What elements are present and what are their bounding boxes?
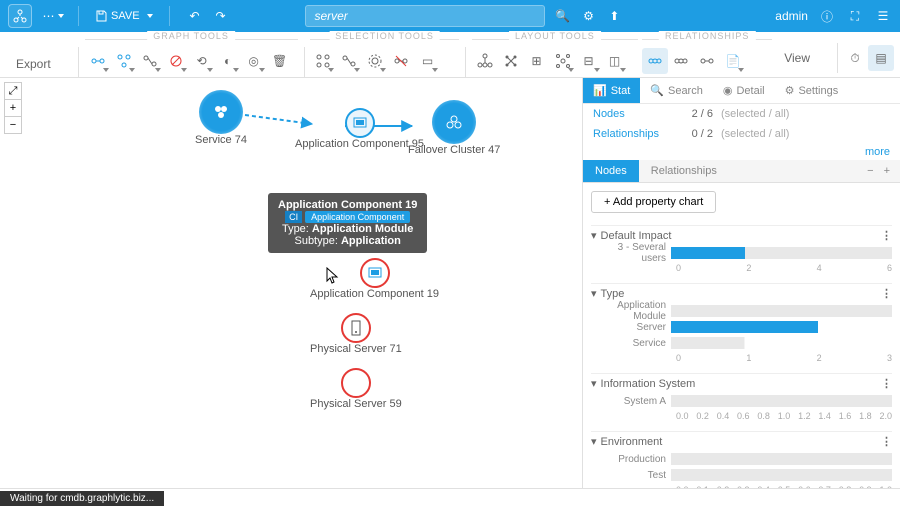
layout-tool-1[interactable] bbox=[472, 48, 498, 74]
username-label[interactable]: admin bbox=[775, 9, 808, 23]
graph-canvas[interactable]: ⤢ + − Service 74 Application Component 9… bbox=[0, 78, 582, 488]
stats-rel-row: Relationships 0 / 2 (selected / all) bbox=[583, 124, 900, 144]
sel-tool-3[interactable] bbox=[362, 48, 388, 74]
tab-search[interactable]: 🔍 Search bbox=[640, 78, 713, 103]
chart-default-impact: ▾Default Impact⋮ 3 - Several users 0246 bbox=[591, 225, 892, 273]
topbar: ⋯ SAVE ↶ ↷ 🔍 ⚙ ⬆ admin ⓘ ⛶ ☰ bbox=[0, 0, 900, 32]
search-icon[interactable]: 🔍 bbox=[553, 7, 571, 25]
status-message: Waiting for cmdb.graphlytic.biz... bbox=[0, 491, 164, 506]
graph-tool-3[interactable] bbox=[137, 48, 163, 74]
panel-tabs: 📊 Stat 🔍 Search ◉ Detail ⚙ Settings bbox=[583, 78, 900, 104]
export-button[interactable]: Export bbox=[6, 51, 74, 77]
status-bar: Waiting for cmdb.graphlytic.biz... bbox=[0, 488, 900, 506]
tab-detail[interactable]: ◉ Detail bbox=[713, 78, 775, 103]
node-tooltip: Application Component 19 CIApplication C… bbox=[268, 193, 427, 253]
node-service-74[interactable]: Service 74 bbox=[195, 90, 247, 146]
toolbar: Export GRAPH TOOLS ⟲ ◐ ◎ 🗑 SELECTION TOO… bbox=[0, 32, 900, 78]
upload-icon[interactable]: ⬆ bbox=[605, 7, 623, 25]
sel-tool-4[interactable] bbox=[388, 48, 414, 74]
tab-settings[interactable]: ⚙ Settings bbox=[775, 78, 849, 103]
chevron-down-icon[interactable]: ▾ bbox=[591, 229, 597, 242]
layout-tool-6[interactable]: ◫ bbox=[602, 48, 628, 74]
layout-tool-3[interactable]: ⊞ bbox=[524, 48, 550, 74]
sel-tool-1[interactable] bbox=[310, 48, 336, 74]
node-physical-71[interactable]: Physical Server 71 bbox=[310, 313, 402, 355]
subtabs: Nodes Relationships − + bbox=[583, 160, 900, 183]
project-dropdown[interactable]: ⋯ bbox=[44, 7, 62, 25]
graph-tool-4[interactable] bbox=[163, 48, 189, 74]
zoom-out-button[interactable]: − bbox=[4, 116, 22, 134]
chart-environment: ▾Environment⋮ Production Test 0.00.10.20… bbox=[591, 431, 892, 488]
stats-nodes-row: Nodes 2 / 6 (selected / all) bbox=[583, 104, 900, 124]
redo-button[interactable]: ↷ bbox=[212, 7, 230, 25]
collapse-icon[interactable]: − bbox=[867, 165, 873, 177]
save-button[interactable]: SAVE bbox=[95, 10, 153, 22]
chart-menu-icon[interactable]: ⋮ bbox=[881, 435, 892, 448]
subtab-relationships[interactable]: Relationships bbox=[639, 160, 729, 182]
layout-tool-4[interactable] bbox=[550, 48, 576, 74]
node-app-component-95[interactable]: Application Component 95 bbox=[295, 108, 424, 150]
rel-tool-3[interactable] bbox=[694, 48, 720, 74]
right-panel: 📊 Stat 🔍 Search ◉ Detail ⚙ Settings Node… bbox=[582, 78, 900, 488]
sel-tool-2[interactable] bbox=[336, 48, 362, 74]
sel-tool-5[interactable]: ▭ bbox=[414, 48, 440, 74]
section-rel-label: RELATIONSHIPS bbox=[659, 31, 755, 41]
chart-type: ▾Type⋮ Application Module Server Service… bbox=[591, 283, 892, 363]
search-settings-icon[interactable]: ⚙ bbox=[579, 7, 597, 25]
search-input[interactable] bbox=[305, 5, 545, 27]
undo-button[interactable]: ↶ bbox=[186, 7, 204, 25]
section-graph-label: GRAPH TOOLS bbox=[147, 31, 235, 41]
add-property-chart-button[interactable]: + Add property chart bbox=[591, 191, 716, 213]
subtab-nodes[interactable]: Nodes bbox=[583, 160, 639, 182]
node-physical-59[interactable]: Physical Server 59 bbox=[310, 368, 402, 410]
graph-tool-1[interactable] bbox=[85, 48, 111, 74]
menu-icon[interactable]: ☰ bbox=[874, 7, 892, 25]
zoom-in-button[interactable]: + bbox=[4, 99, 22, 117]
view-button[interactable]: View bbox=[774, 45, 833, 71]
graph-tool-2[interactable] bbox=[111, 48, 137, 74]
cursor-icon bbox=[326, 267, 342, 283]
panel-toggle-icon[interactable]: ▤ bbox=[868, 45, 894, 71]
layout-tool-5[interactable]: ⊟ bbox=[576, 48, 602, 74]
chart-menu-icon[interactable]: ⋮ bbox=[881, 287, 892, 300]
layout-tool-2[interactable] bbox=[498, 48, 524, 74]
graph-tool-6[interactable]: ◐ bbox=[215, 48, 241, 74]
chart-info-system: ▾Information System⋮ System A 0.00.20.40… bbox=[591, 373, 892, 421]
search-wrap: 🔍 ⚙ ⬆ bbox=[305, 5, 623, 27]
tab-stat[interactable]: 📊 Stat bbox=[583, 78, 640, 103]
chevron-down-icon[interactable]: ▾ bbox=[591, 287, 597, 300]
fullscreen-icon[interactable]: ⛶ bbox=[846, 7, 864, 25]
rel-tool-4[interactable]: 📄 bbox=[720, 48, 746, 74]
section-layout-label: LAYOUT TOOLS bbox=[509, 31, 601, 41]
save-label: SAVE bbox=[111, 10, 140, 22]
chevron-down-icon[interactable]: ▾ bbox=[591, 435, 597, 448]
more-link[interactable]: more bbox=[583, 144, 900, 160]
timer-icon[interactable]: ⏱ bbox=[842, 45, 868, 71]
chevron-down-icon[interactable]: ▾ bbox=[591, 377, 597, 390]
app-logo[interactable] bbox=[8, 4, 32, 28]
graph-tool-7[interactable]: ◎ bbox=[241, 48, 267, 74]
add-icon[interactable]: + bbox=[884, 165, 890, 177]
chart-menu-icon[interactable]: ⋮ bbox=[881, 229, 892, 242]
graph-tool-5[interactable]: ⟲ bbox=[189, 48, 215, 74]
node-failover-47[interactable]: Failover Cluster 47 bbox=[408, 100, 500, 156]
zoom-controls: ⤢ + − bbox=[4, 82, 22, 133]
delete-icon[interactable]: 🗑 bbox=[267, 48, 293, 74]
chart-menu-icon[interactable]: ⋮ bbox=[881, 377, 892, 390]
rel-tool-1[interactable] bbox=[642, 48, 668, 74]
rel-tool-2[interactable] bbox=[668, 48, 694, 74]
fit-button[interactable]: ⤢ bbox=[4, 82, 22, 100]
section-selection-label: SELECTION TOOLS bbox=[329, 31, 440, 41]
info-icon[interactable]: ⓘ bbox=[818, 7, 836, 25]
